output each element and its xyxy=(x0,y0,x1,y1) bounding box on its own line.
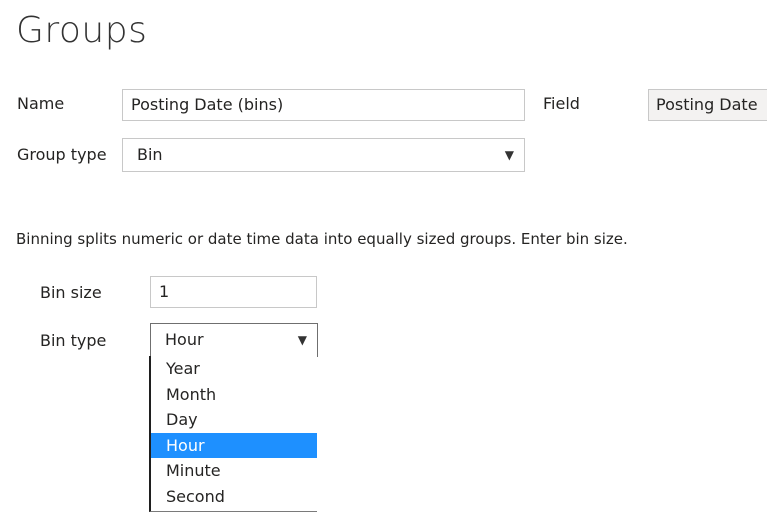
chevron-down-icon[interactable]: ▼ xyxy=(505,139,514,171)
bin-type-dropdown-list: Year Month Day Hour Minute Second xyxy=(149,356,317,512)
chevron-down-icon[interactable]: ▼ xyxy=(298,324,307,356)
bin-type-option-hour[interactable]: Hour xyxy=(151,432,317,458)
bin-type-option-day[interactable]: Day xyxy=(151,407,317,433)
binning-description: Binning splits numeric or date time data… xyxy=(16,230,628,248)
groups-dialog: Groups Name Posting Date (bins) Field Po… xyxy=(0,0,767,529)
name-input[interactable]: Posting Date (bins) xyxy=(122,89,525,121)
bin-size-label: Bin size xyxy=(40,283,102,302)
name-label: Name xyxy=(17,94,65,113)
bin-type-value: Hour xyxy=(165,330,204,349)
field-label: Field xyxy=(543,94,580,113)
page-title: Groups xyxy=(16,10,148,51)
bin-size-input[interactable]: 1 xyxy=(150,276,317,308)
group-type-value: Bin xyxy=(137,145,163,164)
bin-type-option-minute[interactable]: Minute xyxy=(151,458,317,484)
bin-type-option-year[interactable]: Year xyxy=(151,356,317,382)
field-value: Posting Date xyxy=(648,89,767,121)
bin-type-option-month[interactable]: Month xyxy=(151,382,317,408)
group-type-label: Group type xyxy=(17,145,107,164)
group-type-select[interactable]: Bin ▼ xyxy=(122,138,525,172)
bin-type-option-second[interactable]: Second xyxy=(151,484,317,510)
bin-type-select[interactable]: Hour ▼ xyxy=(150,323,318,357)
bin-type-label: Bin type xyxy=(40,331,107,350)
